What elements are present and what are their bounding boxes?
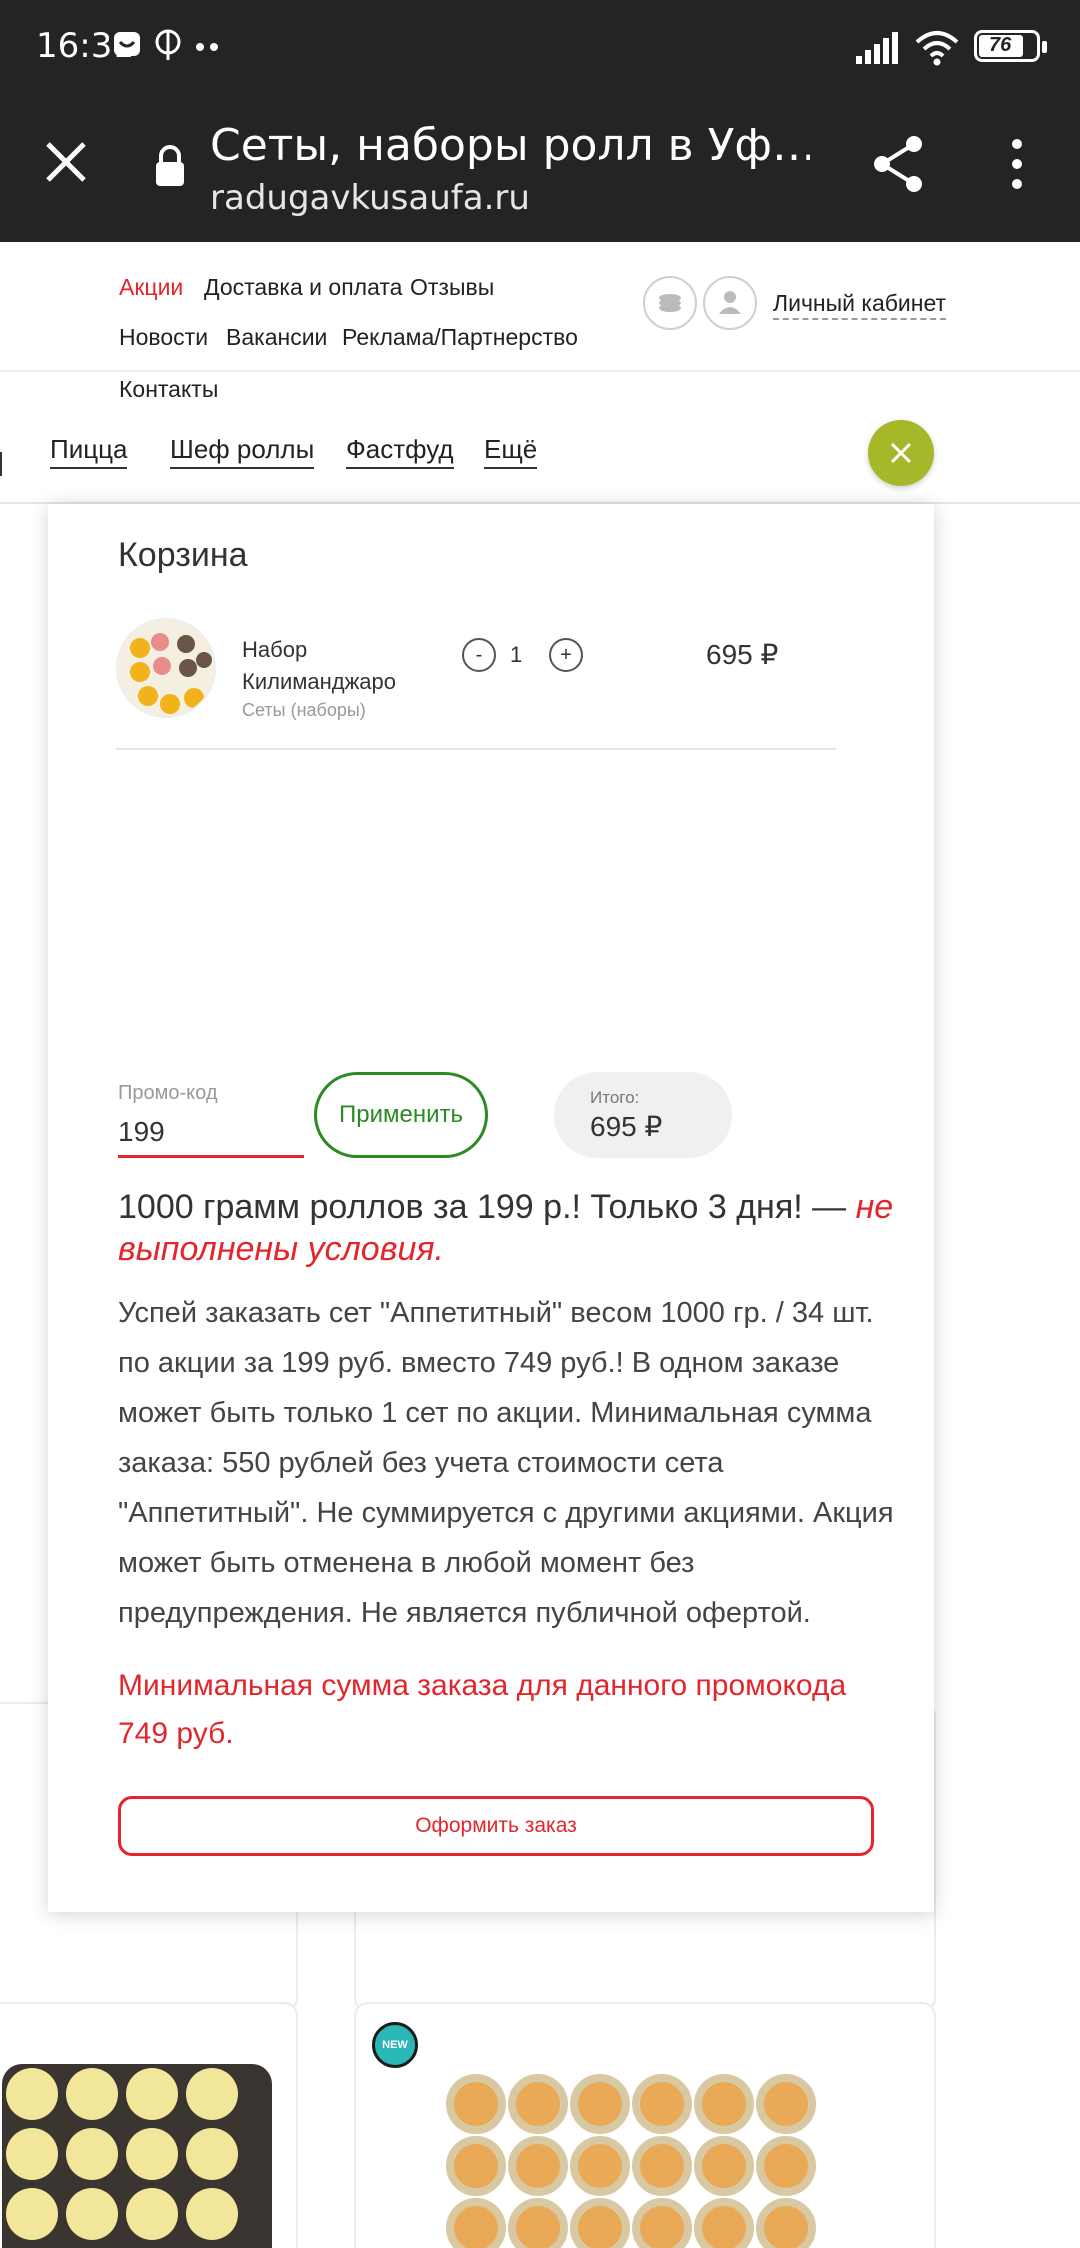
nav-delivery[interactable]: Доставка и оплата — [204, 274, 402, 301]
browser-toolbar: Сеты, наборы ролл в Уф… radugavkusaufa.r… — [0, 92, 1080, 242]
product-card[interactable]: NEW — [354, 2002, 936, 2248]
nav-advertising[interactable]: Реклама/Партнерство — [342, 324, 578, 351]
promo-description: Успей заказать сет "Аппетитный" весом 10… — [118, 1297, 894, 1629]
lock-icon — [156, 145, 184, 186]
total-label: Итого: — [590, 1088, 640, 1107]
coins-icon[interactable] — [643, 276, 697, 330]
top-navigation: Акции Доставка и оплата Отзывы Новости В… — [0, 242, 1080, 372]
total-value: 695 ₽ — [590, 1111, 663, 1142]
quantity-decrease-button[interactable]: - — [462, 638, 496, 672]
item-image — [116, 618, 216, 718]
product-image — [2, 2064, 272, 2248]
product-card[interactable] — [0, 2002, 298, 2248]
close-icon — [890, 442, 912, 464]
battery-level: 76 — [989, 34, 1012, 56]
vpn-icon — [155, 29, 181, 60]
quantity-increase-button[interactable]: + — [549, 638, 583, 672]
nav-promotions[interactable]: Акции — [119, 274, 183, 301]
checkout-button[interactable]: Оформить заказ — [118, 1796, 874, 1856]
wifi-icon — [915, 31, 959, 66]
signal-icon — [856, 32, 898, 64]
nav-vacancies[interactable]: Вакансии — [226, 324, 327, 351]
apply-promo-button[interactable]: Применить — [314, 1072, 488, 1158]
category-cut-marker — [0, 452, 2, 476]
item-name: Набор Килиманджаро — [242, 637, 396, 694]
category-more[interactable]: Ещё — [484, 434, 538, 469]
promo-label: Промо-код — [118, 1082, 218, 1104]
page-title[interactable]: Сеты, наборы ролл в Уф… — [210, 120, 810, 171]
more-dots-icon — [196, 43, 218, 51]
user-icon[interactable] — [703, 276, 757, 330]
battery-icon: 76 — [974, 30, 1047, 62]
nav-contacts[interactable]: Контакты — [119, 376, 218, 403]
item-category: Сеты (наборы) — [242, 700, 366, 720]
status-bar: 16:31 76 — [0, 0, 1080, 92]
item-quantity: 1 — [510, 642, 523, 667]
close-cart-button[interactable] — [868, 420, 934, 486]
cart-panel: Корзина Набор Килиманджаро Сеты (наборы)… — [48, 504, 934, 1912]
close-tab-icon[interactable] — [38, 134, 94, 190]
category-fastfood[interactable]: Фастфуд — [346, 434, 454, 469]
min-sum-warning: Минимальная сумма заказа для данного про… — [118, 1669, 847, 1750]
page-url[interactable]: radugavkusaufa.ru — [210, 178, 530, 218]
category-pizza[interactable]: Пицца — [50, 434, 128, 469]
total-box: Итого: 695 ₽ — [554, 1072, 732, 1158]
nav-news[interactable]: Новости — [119, 324, 208, 351]
nav-reviews[interactable]: Отзывы — [410, 274, 494, 301]
website: Акции Доставка и оплата Отзывы Новости В… — [0, 242, 1080, 2248]
new-badge: NEW — [372, 2022, 418, 2068]
item-price: 695 ₽ — [706, 639, 779, 670]
promo-title-text: 1000 грамм роллов за 199 р.! Только 3 дн… — [118, 1188, 847, 1226]
account-link[interactable]: Личный кабинет — [773, 290, 947, 320]
notification-icon — [114, 32, 140, 56]
menu-dots-icon[interactable] — [1000, 136, 1034, 192]
promo-title: 1000 грамм роллов за 199 р.! Только 3 дн… — [118, 1186, 898, 1270]
share-icon[interactable] — [870, 134, 926, 194]
category-chef-rolls[interactable]: Шеф роллы — [170, 434, 315, 469]
cart-title: Корзина — [118, 536, 248, 574]
promo-code-input[interactable] — [118, 1108, 304, 1158]
product-image — [446, 2074, 816, 2248]
divider — [116, 748, 836, 750]
